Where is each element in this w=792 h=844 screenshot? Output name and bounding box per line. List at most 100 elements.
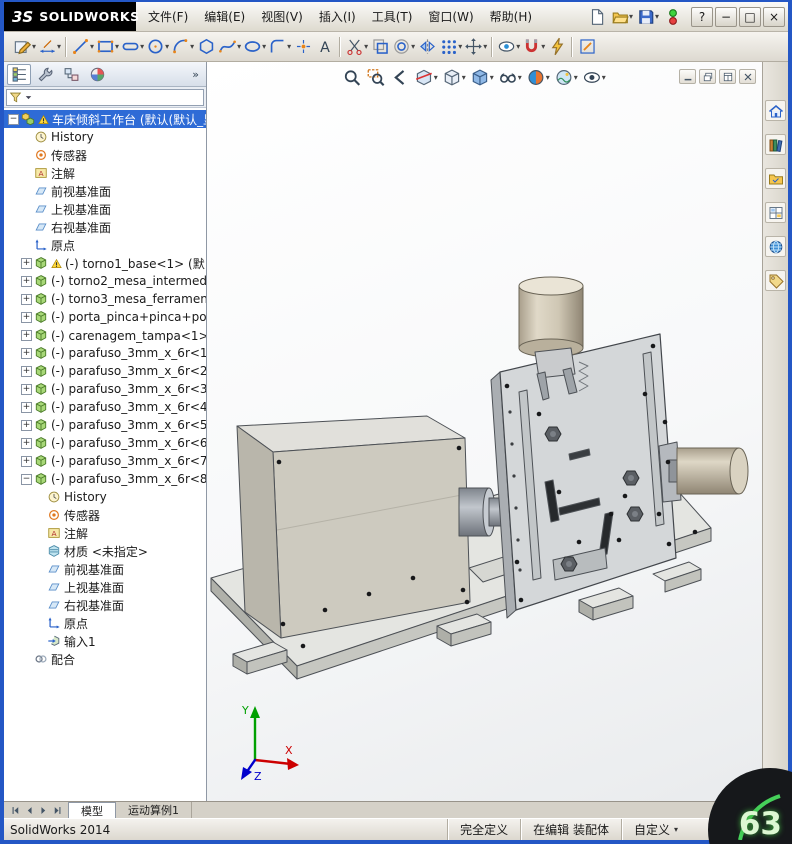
view-settings-button[interactable]: ▾ [581, 65, 608, 89]
view-orientation-button[interactable]: ▾ [441, 65, 468, 89]
tree-row-torno3-mesa[interactable]: + (-) torno3_mesa_ferrament [4, 290, 206, 308]
close-button[interactable]: × [763, 6, 785, 27]
offset-entities-button[interactable]: ▾ [391, 35, 416, 59]
tree-row-right-plane[interactable]: 右视基准面 [4, 218, 206, 236]
tree-row-sub-annotations[interactable]: A 注解 [4, 524, 206, 542]
tree-row-sub-front-plane[interactable]: 前视基准面 [4, 560, 206, 578]
tree-row-sub-top-plane[interactable]: 上视基准面 [4, 578, 206, 596]
propertymanager-tab-button[interactable] [33, 64, 57, 85]
open-document-button[interactable]: ▾ [610, 5, 634, 29]
tree-row-sub-sensors[interactable]: 传感器 [4, 506, 206, 524]
tree-row-parafuso-8[interactable]: − (-) parafuso_3mm_x_6r<8> [4, 470, 206, 488]
ellipse-button[interactable]: ▾ [242, 35, 267, 59]
doc-tab-1[interactable]: 运动算例1 [116, 802, 192, 818]
tree-row-sub-material[interactable]: 材质 <未指定> [4, 542, 206, 560]
expand-toggle[interactable]: + [21, 329, 32, 341]
menu-item-2[interactable]: 视图(V) [253, 2, 311, 32]
tree-row-mates[interactable]: 配合 [4, 650, 206, 668]
tree-row-origin[interactable]: 原点 [4, 236, 206, 254]
tab-next-button[interactable] [36, 803, 50, 817]
spline-button[interactable]: ▾ [217, 35, 242, 59]
expand-toggle[interactable]: + [21, 401, 32, 413]
convert-entities-button[interactable] [369, 35, 391, 59]
speed-monitor-overlay[interactable]: ▲0K/s ▼0K/s 63 [618, 768, 792, 844]
fillet-button[interactable]: ▾ [267, 35, 292, 59]
menu-item-4[interactable]: 工具(T) [364, 2, 421, 32]
edit-appearance-button[interactable]: ▾ [525, 65, 552, 89]
tree-row-parafuso-6[interactable]: + (-) parafuso_3mm_x_6r<6> [4, 434, 206, 452]
collapse-toggle[interactable]: − [21, 473, 32, 485]
tree-row-torno2-mesa[interactable]: + (-) torno2_mesa_intermedi [4, 272, 206, 290]
tree-row-parafuso-4[interactable]: + (-) parafuso_3mm_x_6r<4> [4, 398, 206, 416]
tree-row-root[interactable]: − 车床倾斜工作台 (默认(默认_显 [4, 110, 206, 128]
move-entities-button[interactable]: ▾ [463, 35, 488, 59]
tab-prev-button[interactable] [22, 803, 36, 817]
tree-row-imported1[interactable]: 输入1 [4, 632, 206, 650]
tree-row-parafuso-5[interactable]: + (-) parafuso_3mm_x_6r<5> [4, 416, 206, 434]
text-button[interactable]: A [314, 35, 336, 59]
expand-toggle[interactable]: + [21, 419, 32, 431]
filter-dropdown[interactable] [6, 88, 204, 106]
tile-doc-button[interactable] [719, 69, 736, 84]
menu-item-5[interactable]: 窗口(W) [420, 2, 481, 32]
home-button[interactable] [765, 100, 786, 121]
arc-button[interactable]: ▾ [170, 35, 195, 59]
tree-row-top-plane[interactable]: 上视基准面 [4, 200, 206, 218]
apply-scene-button[interactable]: ▾ [553, 65, 580, 89]
prev-view-button[interactable] [389, 65, 412, 89]
hide-show-items-button[interactable]: ▾ [497, 65, 524, 89]
minimize-doc-button[interactable] [679, 69, 696, 84]
mirror-entities-button[interactable] [416, 35, 438, 59]
minimize-button[interactable]: − [715, 6, 737, 27]
rapid-sketch-button[interactable] [546, 35, 568, 59]
tree-row-parafuso-1[interactable]: + (-) parafuso_3mm_x_6r<1> [4, 344, 206, 362]
status-leds-button[interactable] [662, 5, 684, 29]
tree-row-carenagem-tampa[interactable]: + (-) carenagem_tampa<1> (默 [4, 326, 206, 344]
polygon-button[interactable] [195, 35, 217, 59]
appearances-button[interactable] [765, 236, 786, 257]
tab-first-button[interactable] [8, 803, 22, 817]
linear-pattern-button[interactable]: ▾ [438, 35, 463, 59]
displaymanager-tab-button[interactable] [85, 64, 109, 85]
doc-tab-0[interactable]: 模型 [68, 802, 116, 818]
zoom-area-button[interactable] [365, 65, 388, 89]
maximize-button[interactable]: □ [739, 6, 761, 27]
design-library-button[interactable] [765, 134, 786, 155]
tree-row-sub-origin[interactable]: 原点 [4, 614, 206, 632]
close-doc-button[interactable] [739, 69, 756, 84]
machine-3d-model[interactable]: Y X Z [207, 62, 762, 801]
tree-row-annotations[interactable]: A 注解 [4, 164, 206, 182]
line-button[interactable]: ▾ [70, 35, 95, 59]
expand-toggle[interactable]: + [21, 383, 32, 395]
menu-item-1[interactable]: 编辑(E) [196, 2, 253, 32]
graphics-viewport[interactable]: Y X Z ▾ ▾ ▾ ▾ ▾ ▾ ▾ [207, 62, 788, 801]
tree-row-sub-right-plane[interactable]: 右视基准面 [4, 596, 206, 614]
custom-properties-button[interactable] [765, 270, 786, 291]
tree-row-sub-history[interactable]: History [4, 488, 206, 506]
quick-snaps-button[interactable]: ▾ [521, 35, 546, 59]
tree-row-front-plane[interactable]: 前视基准面 [4, 182, 206, 200]
expand-panel-chevron[interactable]: » [188, 68, 203, 81]
tree-row-torno1-base[interactable]: + (-) torno1_base<1> (默 [4, 254, 206, 272]
slot-button[interactable]: ▾ [120, 35, 145, 59]
sketch-button[interactable]: ▾ [12, 35, 37, 59]
expand-toggle[interactable]: + [21, 275, 32, 287]
tree-row-sensors[interactable]: 传感器 [4, 146, 206, 164]
expand-toggle[interactable]: + [21, 437, 32, 449]
tree-row-parafuso-7[interactable]: + (-) parafuso_3mm_x_6r<7> [4, 452, 206, 470]
featuremanager-tab-button[interactable] [7, 63, 31, 85]
menu-item-6[interactable]: 帮助(H) [482, 2, 540, 32]
expand-toggle[interactable]: + [21, 257, 32, 269]
restore-doc-button[interactable] [699, 69, 716, 84]
rectangle-button[interactable]: ▾ [95, 35, 120, 59]
display-style-button[interactable]: ▾ [469, 65, 496, 89]
tree-row-parafuso-2[interactable]: + (-) parafuso_3mm_x_6r<2> [4, 362, 206, 380]
menu-item-3[interactable]: 插入(I) [311, 2, 364, 32]
trim-button[interactable]: ▾ [344, 35, 369, 59]
expand-toggle[interactable]: + [21, 293, 32, 305]
point-button[interactable] [292, 35, 314, 59]
tree-row-porta-pinca[interactable]: + (-) porta_pinca+pinca+porc [4, 308, 206, 326]
expand-toggle[interactable]: + [21, 311, 32, 323]
save-button[interactable]: ▾ [636, 5, 660, 29]
file-explorer-button[interactable] [765, 168, 786, 189]
